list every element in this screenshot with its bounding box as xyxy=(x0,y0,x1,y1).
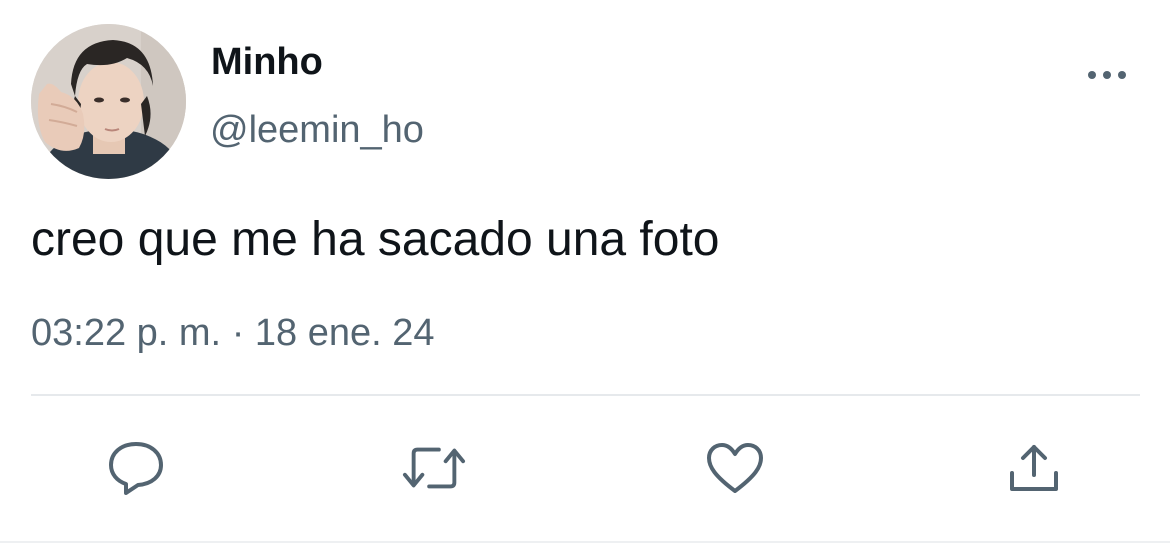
bottom-border xyxy=(0,541,1170,543)
tweet-text: creo que me ha sacado una foto xyxy=(31,213,720,266)
comment-icon xyxy=(109,442,163,495)
more-dots-icon xyxy=(1088,71,1126,79)
retweet-button[interactable] xyxy=(402,436,466,500)
author-display-name[interactable]: Minho xyxy=(211,40,323,84)
avatar[interactable] xyxy=(31,24,186,179)
heart-icon xyxy=(707,443,763,493)
tweet-date[interactable]: 18 ene. 24 xyxy=(255,312,435,354)
meta-separator: · xyxy=(231,312,245,354)
tweet-meta: 03:22 p. m. · 18 ene. 24 xyxy=(31,310,435,356)
tweet-time[interactable]: 03:22 p. m. xyxy=(31,312,221,354)
share-button[interactable] xyxy=(1002,436,1066,500)
author-handle[interactable]: @leemin_ho xyxy=(210,108,424,152)
retweet-icon xyxy=(402,447,466,489)
more-options-button[interactable] xyxy=(1084,58,1130,92)
share-icon xyxy=(1010,445,1058,491)
reply-button[interactable] xyxy=(104,436,168,500)
like-button[interactable] xyxy=(703,436,767,500)
avatar-photo xyxy=(31,24,186,179)
divider xyxy=(31,394,1140,396)
